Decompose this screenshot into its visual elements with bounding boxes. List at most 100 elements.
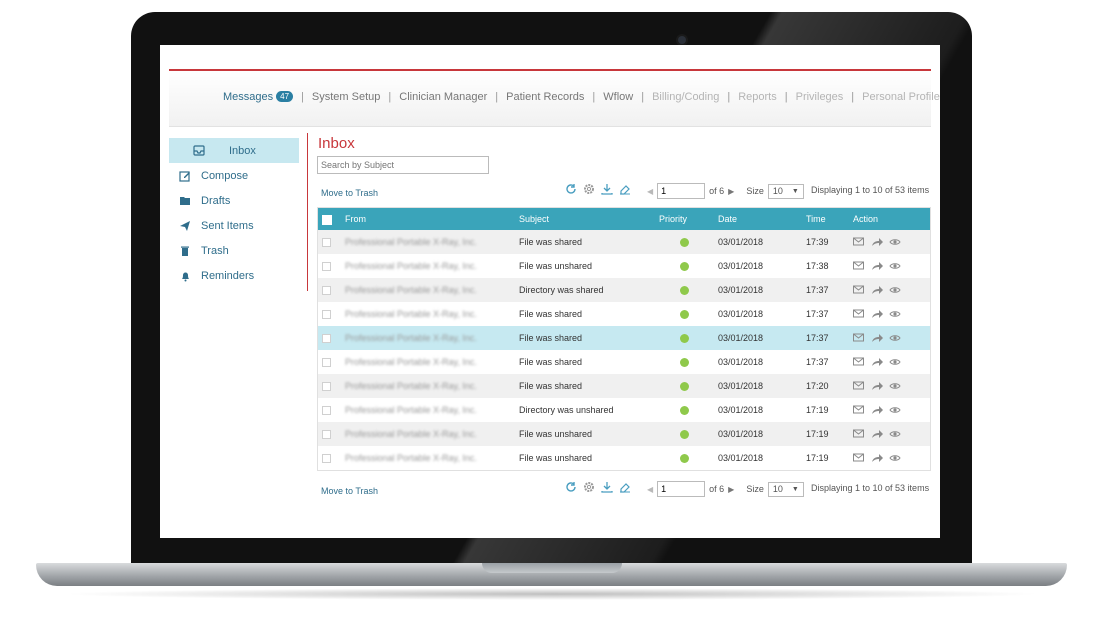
table-row[interactable]: Professional Portable X-Ray, Inc. File wa… [318,350,930,374]
view-icon[interactable] [889,429,901,439]
email-icon[interactable] [853,261,865,271]
download-icon[interactable] [600,480,614,494]
row-checkbox[interactable] [322,381,331,391]
forward-icon[interactable] [871,429,883,439]
row-checkbox[interactable] [322,453,331,463]
email-icon[interactable] [853,429,865,439]
email-icon[interactable] [853,357,865,367]
view-icon[interactable] [889,261,901,271]
col-subject[interactable]: Subject [519,214,549,224]
page-size-select[interactable]: 10 ▼ [767,183,804,199]
view-icon[interactable] [889,453,901,463]
time-cell: 17:37 [806,309,829,319]
from-cell: Professional Portable X-Ray, Inc. [345,429,477,439]
table-row[interactable]: Professional Portable X-Ray, Inc. File wa… [318,230,930,254]
row-checkbox[interactable] [322,309,331,319]
row-checkbox[interactable] [322,261,331,271]
row-actions [853,381,901,391]
table-row[interactable]: Professional Portable X-Ray, Inc. File wa… [318,326,930,350]
view-icon[interactable] [889,381,901,391]
forward-icon[interactable] [871,405,883,415]
table-row[interactable]: Professional Portable X-Ray, Inc. File wa… [318,254,930,278]
subject-cell: File was unshared [519,429,593,439]
settings-icon[interactable] [582,480,596,494]
nav-item-system-setup[interactable]: System Setup [312,91,380,103]
nav-separator: | [727,91,731,103]
settings-icon[interactable] [582,182,596,196]
col-date[interactable]: Date [718,214,737,224]
view-icon[interactable] [889,405,901,415]
forward-icon[interactable] [871,357,883,367]
nav-item-privileges[interactable]: Privileges [796,91,844,103]
size-label: Size [746,484,764,494]
nav-item-messages[interactable]: Messages 47 [223,91,294,103]
sidebar-item-trash[interactable]: Trash [169,238,299,263]
row-checkbox[interactable] [322,333,331,343]
email-icon[interactable] [853,381,865,391]
prev-page-icon[interactable]: ◀ [647,187,653,196]
page-number-input-bottom[interactable] [657,481,706,497]
nav-item-billing-coding[interactable]: Billing/Coding [652,91,719,103]
nav-item-wflow[interactable]: Wflow [603,91,633,103]
table-row[interactable]: Professional Portable X-Ray, Inc. File wa… [318,422,930,446]
table-row[interactable]: Professional Portable X-Ray, Inc. File wa… [318,302,930,326]
forward-icon[interactable] [871,261,883,271]
forward-icon[interactable] [871,285,883,295]
row-checkbox[interactable] [322,237,331,247]
from-cell: Professional Portable X-Ray, Inc. [345,309,477,319]
next-page-icon[interactable]: ▶ [728,187,734,196]
table-row[interactable]: Professional Portable X-Ray, Inc. File wa… [318,374,930,398]
nav-item-reports[interactable]: Reports [738,91,777,103]
sidebar-item-sent-items[interactable]: Sent Items [169,213,299,238]
table-row[interactable]: Professional Portable X-Ray, Inc. Directo… [318,398,930,422]
sidebar-item-compose[interactable]: Compose [169,163,299,188]
forward-icon[interactable] [871,381,883,391]
view-icon[interactable] [889,285,901,295]
refresh-icon[interactable] [564,480,578,494]
forward-icon[interactable] [871,453,883,463]
col-from[interactable]: From [345,214,366,224]
email-icon[interactable] [853,285,865,295]
forward-icon[interactable] [871,333,883,343]
view-icon[interactable] [889,237,901,247]
top-navigation: Messages 47 | System Setup | Clinician Manage… [169,71,940,127]
download-icon[interactable] [600,182,614,196]
search-input[interactable] [317,156,489,174]
prev-page-icon[interactable]: ◀ [647,485,653,494]
view-icon[interactable] [889,357,901,367]
sidebar-item-drafts[interactable]: Drafts [169,188,299,213]
nav-item-clinician-manager[interactable]: Clinician Manager [399,91,487,103]
email-icon[interactable] [853,237,865,247]
email-icon[interactable] [853,405,865,415]
next-page-icon[interactable]: ▶ [728,485,734,494]
email-icon[interactable] [853,333,865,343]
forward-icon[interactable] [871,237,883,247]
page-size-select-bottom[interactable]: 10 ▼ [767,481,804,497]
row-checkbox[interactable] [322,285,331,295]
page-number-input[interactable] [657,183,706,199]
nav-item-personal-profile[interactable]: Personal Profile [862,91,940,103]
eraser-icon[interactable] [618,480,632,494]
col-time[interactable]: Time [806,214,826,224]
refresh-icon[interactable] [564,182,578,196]
view-icon[interactable] [889,333,901,343]
table-row[interactable]: Professional Portable X-Ray, Inc. Directo… [318,278,930,302]
col-priority[interactable]: Priority [659,214,687,224]
view-icon[interactable] [889,309,901,319]
email-icon[interactable] [853,453,865,463]
move-to-trash-link-bottom[interactable]: Move to Trash [321,486,378,496]
table-row[interactable]: Professional Portable X-Ray, Inc. File wa… [318,446,930,470]
row-checkbox[interactable] [322,357,331,367]
sidebar-item-reminders[interactable]: Reminders [169,263,299,288]
sidebar-item-inbox[interactable]: Inbox [169,138,299,163]
nav-item-patient-records[interactable]: Patient Records [506,91,584,103]
email-icon[interactable] [853,309,865,319]
nav-menu: Messages 47 | System Setup | Clinician Manage… [223,91,940,103]
time-cell: 17:19 [806,405,829,415]
select-all-checkbox[interactable] [322,215,332,225]
eraser-icon[interactable] [618,182,632,196]
row-checkbox[interactable] [322,405,331,415]
forward-icon[interactable] [871,309,883,319]
row-checkbox[interactable] [322,429,331,439]
move-to-trash-link[interactable]: Move to Trash [321,188,378,198]
